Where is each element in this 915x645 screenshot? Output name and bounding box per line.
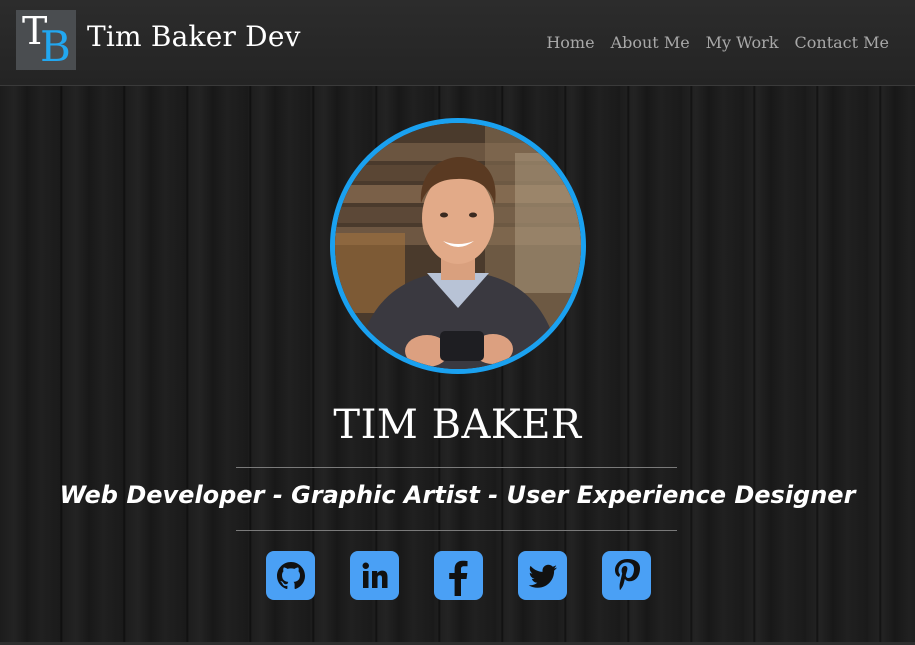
site-logo[interactable]: T B (16, 10, 76, 70)
twitter-link[interactable] (518, 551, 567, 600)
twitter-icon (528, 564, 557, 588)
github-link[interactable] (266, 551, 315, 600)
facebook-link[interactable] (434, 551, 483, 600)
page: T B Tim Baker Dev Home About Me My Work … (0, 0, 915, 645)
pinterest-icon (614, 558, 640, 590)
nav-my-work[interactable]: My Work (706, 33, 779, 52)
nav-home[interactable]: Home (546, 33, 594, 52)
divider-top (236, 467, 677, 468)
avatar (330, 118, 586, 374)
hero-name: TIM BAKER (333, 402, 582, 448)
site-header: T B Tim Baker Dev Home About Me My Work … (0, 0, 915, 86)
facebook-icon (448, 560, 467, 596)
github-icon (276, 561, 305, 589)
avatar-photo (335, 123, 581, 369)
nav-about-me[interactable]: About Me (611, 33, 690, 52)
linkedin-icon (362, 562, 387, 588)
divider-bottom (236, 530, 677, 531)
nav-contact-me[interactable]: Contact Me (795, 33, 889, 52)
main-nav: Home About Me My Work Contact Me (546, 33, 889, 52)
site-title[interactable]: Tim Baker Dev (87, 20, 301, 53)
linkedin-link[interactable] (350, 551, 399, 600)
pinterest-link[interactable] (602, 551, 651, 600)
logo-letter-b: B (40, 22, 71, 70)
social-links (266, 551, 651, 600)
hero-tagline: Web Developer - Graphic Artist - User Ex… (59, 481, 856, 509)
